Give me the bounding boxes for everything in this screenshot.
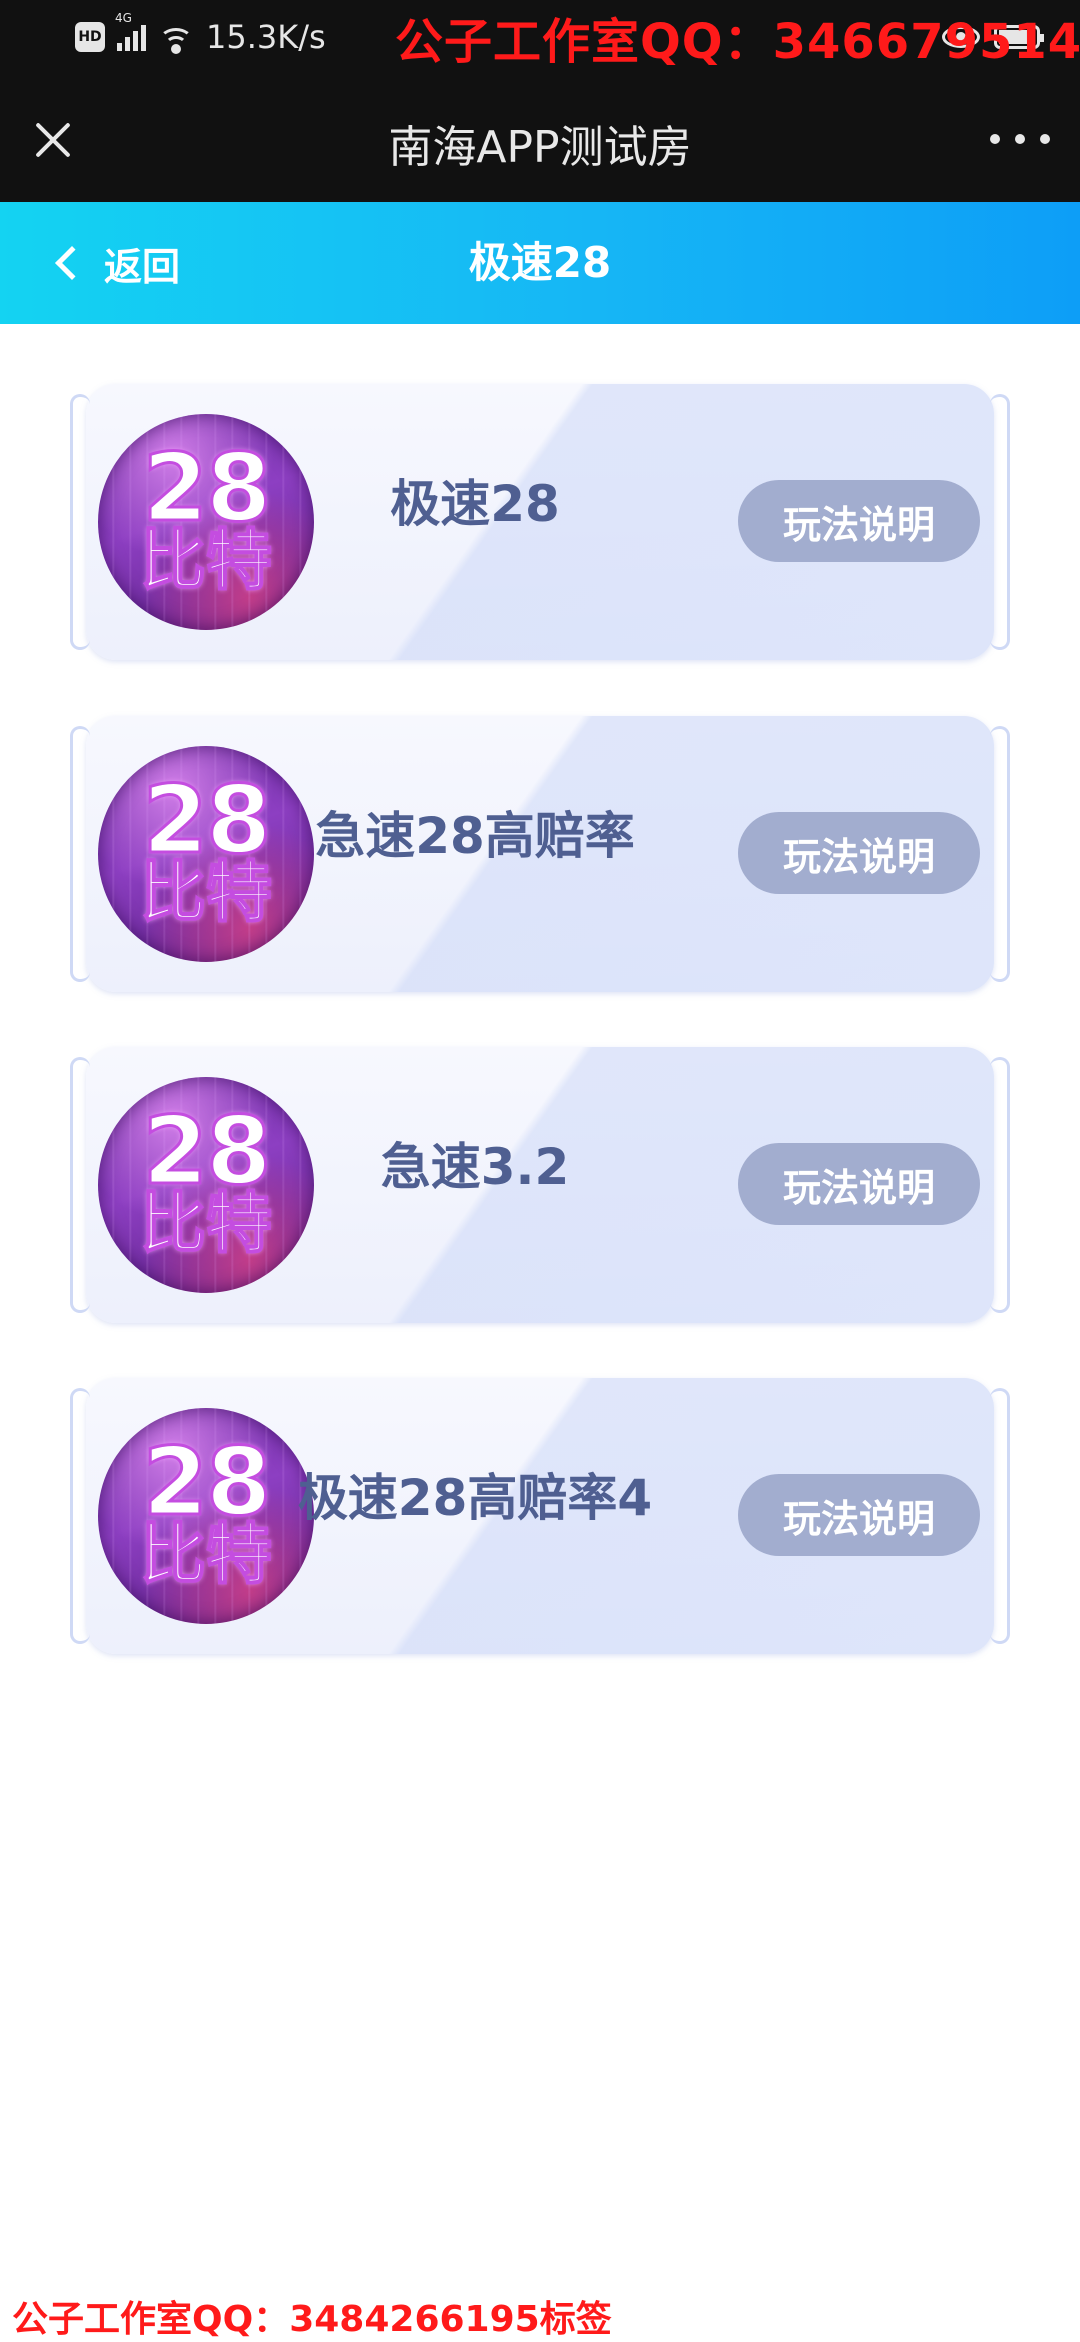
game-card[interactable]: 28 比特 极速28 玩法说明: [70, 384, 1010, 660]
game-name: 急速3.2: [380, 1138, 570, 1196]
icon-text: 比特: [139, 1185, 273, 1262]
watermark-bottom: 公子工作室QQ：3484266195标签: [12, 2299, 612, 2340]
watermark-top: 公子工作室QQ：3466795141: [395, 14, 1080, 70]
signal-icon: 4G: [115, 11, 146, 51]
webview-title: 南海APP测试房: [388, 122, 692, 173]
game-logo-icon: 28 比特: [98, 1408, 314, 1624]
icon-text: 比特: [139, 854, 273, 931]
rules-button[interactable]: 玩法说明: [738, 812, 980, 894]
game-logo-icon: 28 比特: [98, 746, 314, 962]
game-name: 极速28高赔率4: [297, 1469, 653, 1527]
game-logo-icon: 28 比特: [98, 414, 314, 630]
hd-badge: HD: [75, 22, 105, 52]
status-bar: HD 4G 15.3K/s 公子工作室QQ：3466795141: [0, 0, 1080, 75]
game-card[interactable]: 28 比特 极速28高赔率4 玩法说明: [70, 1378, 1010, 1654]
game-logo-icon: 28 比特: [98, 1077, 314, 1293]
wifi-icon: [158, 22, 194, 54]
game-card[interactable]: 28 比特 急速28高赔率 玩法说明: [70, 716, 1010, 992]
page-title: 极速28: [468, 238, 612, 287]
more-options-icon[interactable]: [990, 127, 1050, 151]
top-dark-area: HD 4G 15.3K/s 公子工作室QQ：3466795141 南海APP测试…: [0, 0, 1080, 202]
status-left: HD 4G 15.3K/s: [75, 11, 326, 59]
icon-text: 比特: [139, 522, 273, 599]
webview-title-bar: 南海APP测试房: [0, 75, 1080, 202]
network-speed: 15.3K/s: [206, 18, 326, 56]
network-type: 4G: [115, 11, 132, 25]
page-header: 返回 极速28: [0, 202, 1080, 324]
rules-button[interactable]: 玩法说明: [738, 1143, 980, 1225]
rules-button[interactable]: 玩法说明: [738, 1474, 980, 1556]
game-name: 急速28高赔率: [315, 807, 635, 865]
game-card[interactable]: 28 比特 急速3.2 玩法说明: [70, 1047, 1010, 1323]
icon-text: 比特: [139, 1516, 273, 1593]
game-name: 极速28: [390, 475, 560, 533]
rules-button[interactable]: 玩法说明: [738, 480, 980, 562]
